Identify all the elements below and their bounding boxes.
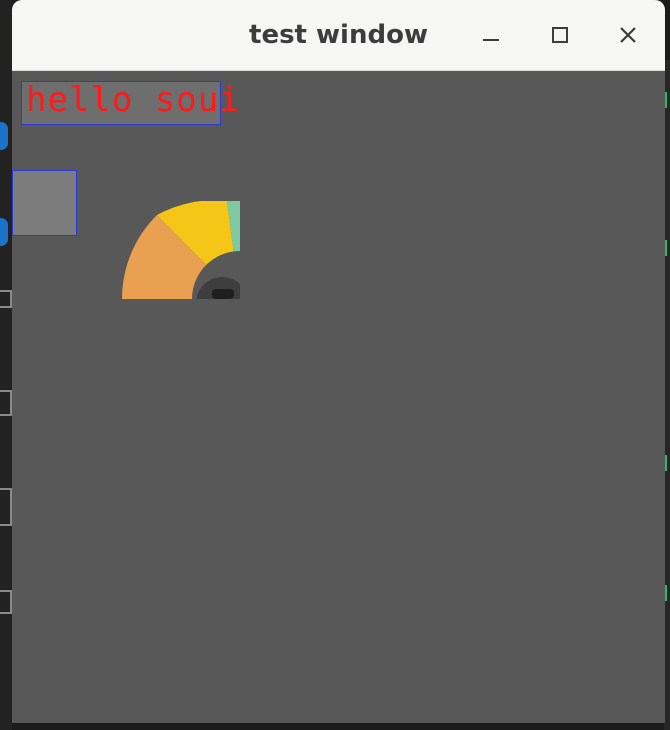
title-bar[interactable]: test window: [12, 0, 665, 71]
gauge-widget: [122, 201, 240, 299]
dock-app-icon[interactable]: [0, 390, 12, 416]
dock-app-icon[interactable]: [0, 488, 12, 526]
test-window: test window hello soui: [12, 0, 665, 723]
window-content: hello soui: [12, 71, 665, 723]
minimize-button[interactable]: [476, 20, 506, 50]
hello-label: hello soui: [26, 80, 241, 120]
dock-app-icon[interactable]: [0, 590, 12, 614]
minimize-icon: [483, 39, 499, 41]
gray-square[interactable]: [12, 170, 77, 236]
desktop-left-edge: [0, 0, 12, 730]
dock-indicator: [0, 122, 8, 150]
maximize-icon: [552, 27, 568, 43]
close-icon: [620, 27, 636, 43]
close-button[interactable]: [613, 20, 643, 50]
maximize-button[interactable]: [545, 20, 575, 50]
dock-app-icon[interactable]: [0, 290, 12, 308]
gauge-needle-base: [212, 289, 234, 299]
text-label-box[interactable]: hello soui: [21, 80, 240, 125]
dock-indicator: [0, 218, 8, 246]
